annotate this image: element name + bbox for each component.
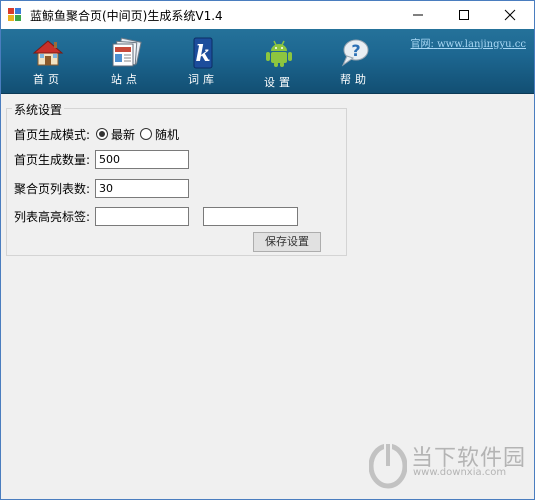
radio-selected-dot (99, 131, 105, 137)
close-button[interactable] (487, 1, 533, 29)
mode-latest-label[interactable]: 最新 (111, 126, 135, 143)
home-icon (32, 40, 64, 66)
sites-icon (112, 37, 142, 67)
toolbar-lexicon-label: 词库 (188, 73, 218, 86)
mode-random-label[interactable]: 随机 (155, 126, 179, 143)
close-icon (504, 9, 516, 21)
svg-text:?: ? (351, 41, 360, 60)
site-link-url: www.lanjingyu.cc (437, 39, 526, 50)
help-icon: ? (341, 39, 369, 67)
save-settings-button[interactable]: 保存设置 (253, 232, 321, 252)
toolbar-item-lexicon[interactable]: k 词库 (175, 35, 231, 87)
watermark-logo-icon (369, 441, 407, 489)
app-icon (8, 8, 22, 21)
highlight-open-tag-input[interactable] (95, 207, 189, 226)
list-count-label: 聚合页列表数: (14, 182, 91, 196)
maximize-button[interactable] (441, 1, 487, 29)
minimize-button[interactable] (395, 1, 441, 29)
android-settings-icon (266, 40, 292, 67)
toolbar-item-settings[interactable]: 设置 (251, 35, 307, 89)
toolbar-help-label: 帮助 (340, 73, 370, 86)
toolbar-sites-label: 站点 (111, 73, 141, 86)
window-title: 蓝鲸鱼聚合页(中间页)生成系统V1.4 (30, 9, 223, 23)
official-site-link[interactable]: 官网: www.lanjingyu.cc (411, 35, 526, 50)
settings-group-title: 系统设置 (12, 101, 65, 118)
highlight-close-tag-input[interactable] (203, 207, 298, 226)
watermark: 当下软件园 www.downxia.com (369, 437, 534, 495)
maximize-icon (459, 10, 469, 20)
homepage-count-label: 首页生成数量: (14, 153, 91, 167)
list-count-input[interactable] (95, 179, 189, 198)
settings-group: 系统设置 首页生成模式: 最新 随机 首页生成数量: 聚合页列表数: 列表高亮标… (6, 101, 347, 256)
highlight-tag-label: 列表高亮标签: (14, 210, 91, 224)
toolbar-item-help[interactable]: ? 帮助 (327, 35, 383, 87)
title-bar[interactable]: 蓝鲸鱼聚合页(中间页)生成系统V1.4 (1, 1, 534, 29)
homepage-mode-label: 首页生成模式: (14, 128, 91, 142)
toolbar-settings-label: 设置 (264, 76, 294, 89)
homepage-count-input[interactable] (95, 150, 189, 169)
svg-text:k: k (195, 41, 210, 67)
mode-latest-radio[interactable] (96, 128, 108, 140)
toolbar: 首页 站点 k 词库 设置 ? 帮助 官网: www.lanjingyu.cc (1, 29, 534, 94)
main-window: 蓝鲸鱼聚合页(中间页)生成系统V1.4 首页 站点 k 词库 设置 ? 帮助 官… (0, 0, 535, 500)
site-link-prefix: 官网: (410, 39, 434, 50)
toolbar-item-sites[interactable]: 站点 (98, 35, 154, 87)
toolbar-home-label: 首页 (33, 73, 63, 86)
watermark-url: www.downxia.com (413, 467, 507, 478)
mode-random-radio[interactable] (140, 128, 152, 140)
minimize-icon (413, 14, 423, 16)
lexicon-icon: k (193, 37, 213, 69)
toolbar-item-home[interactable]: 首页 (20, 35, 76, 87)
